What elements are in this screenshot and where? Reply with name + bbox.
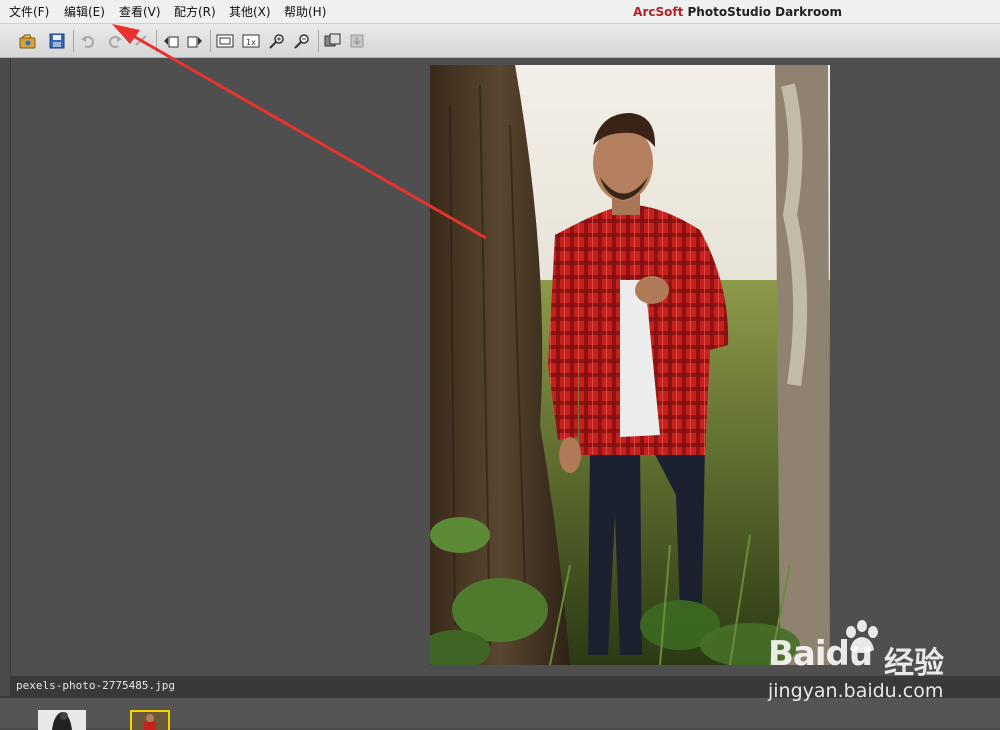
watermark-brand: Baidu — [768, 634, 873, 674]
toolbar-separator — [156, 30, 157, 52]
export-icon[interactable] — [348, 32, 366, 50]
undo-icon[interactable] — [79, 32, 97, 50]
svg-text:1x: 1x — [246, 38, 256, 47]
app-brand: ArcSoft — [633, 5, 684, 19]
baidu-watermark: Baidu 经验 jingyan.baidu.com — [760, 620, 980, 710]
menu-edit[interactable]: 编辑(E) — [64, 4, 105, 20]
app-name: PhotoStudio Darkroom — [687, 5, 842, 19]
menu-file[interactable]: 文件(F) — [9, 4, 49, 20]
menu-bar: 文件(F) 编辑(E) 查看(V) 配方(R) 其他(X) 帮助(H) ArcS… — [0, 0, 1000, 24]
compare-icon[interactable] — [324, 32, 342, 50]
fit-icon[interactable] — [216, 32, 234, 50]
rotate-right-icon[interactable] — [186, 32, 204, 50]
toolbar-separator — [73, 30, 74, 52]
status-filename: pexels-photo-2775485.jpg — [16, 679, 175, 692]
watermark-url: jingyan.baidu.com — [768, 680, 944, 702]
redo-icon[interactable] — [106, 32, 124, 50]
rotate-left-icon[interactable] — [162, 32, 180, 50]
thumbnail-1[interactable] — [38, 710, 86, 730]
toolbar-separator — [318, 30, 319, 52]
menu-help[interactable]: 帮助(H) — [284, 4, 326, 20]
save-icon[interactable] — [48, 32, 66, 50]
zoom-in-icon[interactable] — [268, 32, 286, 50]
actual-size-icon[interactable]: 1x — [242, 32, 260, 50]
zoom-out-icon[interactable] — [293, 32, 311, 50]
open-icon[interactable] — [19, 32, 37, 50]
thumbnail-2-selected[interactable] — [130, 710, 170, 730]
main-photo[interactable] — [430, 65, 830, 665]
menu-recipe[interactable]: 配方(R) — [174, 4, 216, 20]
app-title: ArcSoft PhotoStudio Darkroom — [633, 4, 842, 20]
reset-icon[interactable] — [132, 32, 150, 50]
toolbar: 1x — [0, 24, 1000, 58]
menu-view[interactable]: 查看(V) — [119, 4, 161, 20]
menu-other[interactable]: 其他(X) — [229, 4, 271, 20]
toolbar-separator — [210, 30, 211, 52]
watermark-product: 经验 — [884, 646, 944, 681]
